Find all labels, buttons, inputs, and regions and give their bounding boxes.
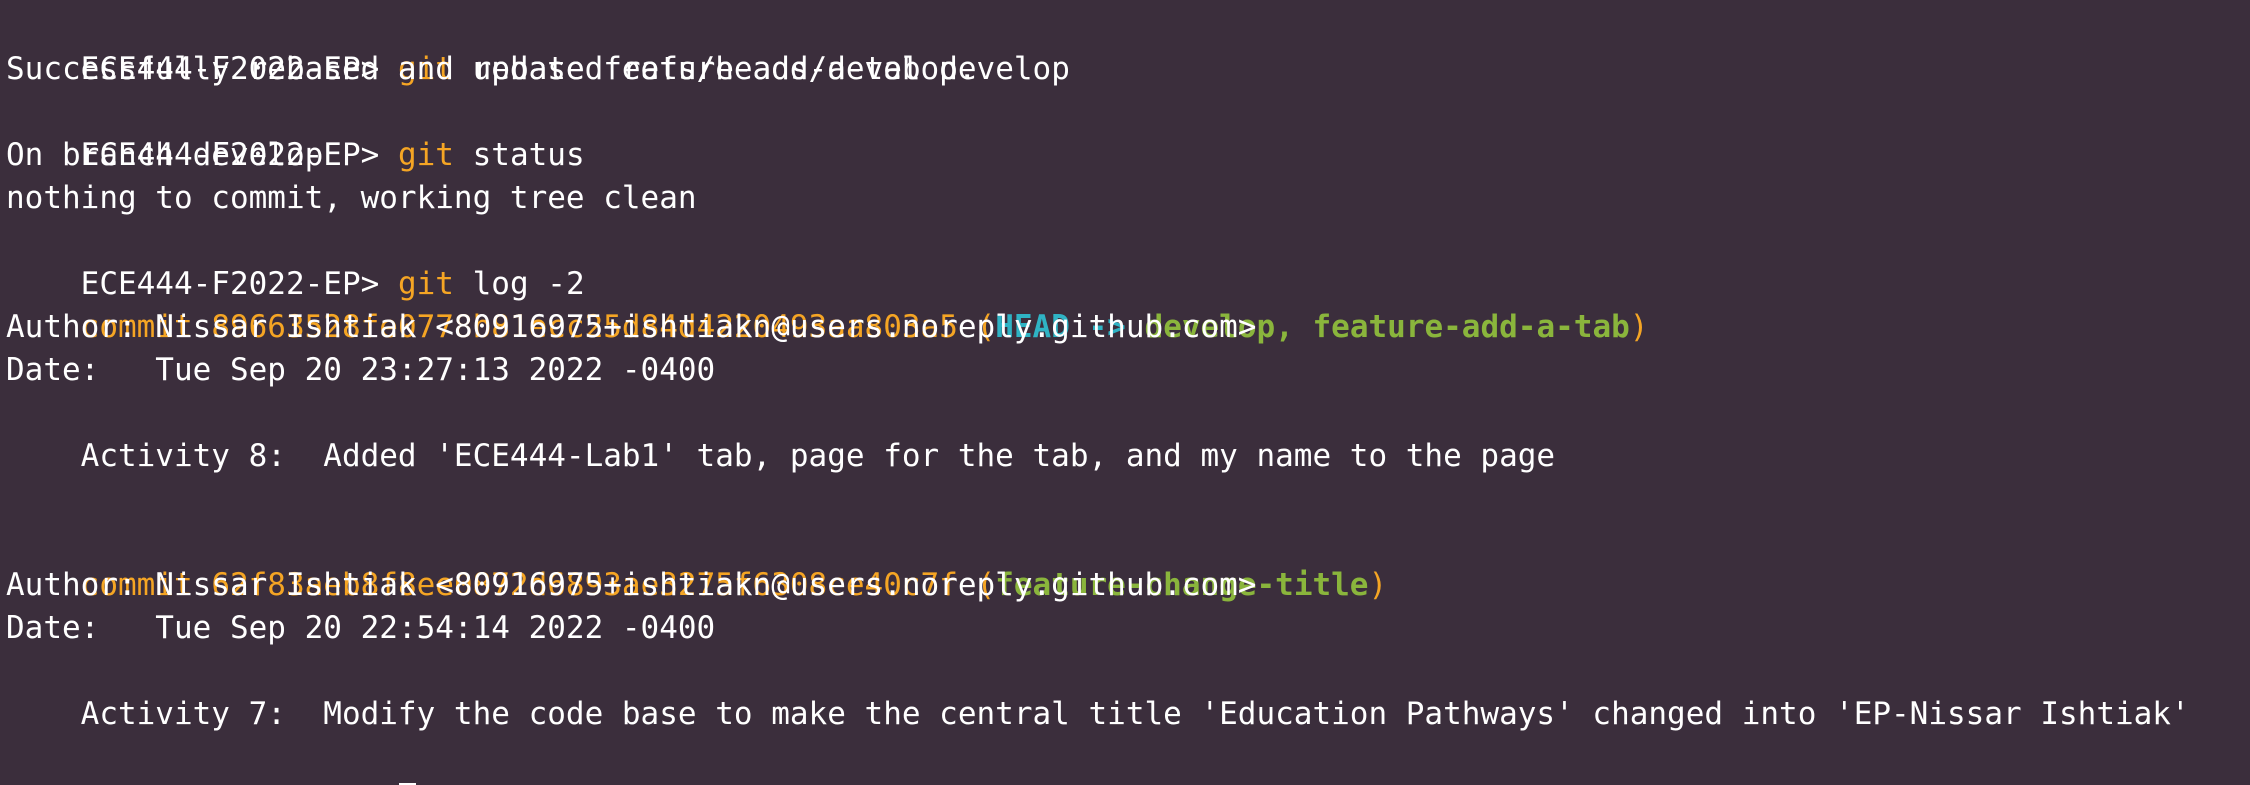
command-line-log: ECE444-F2022-EP> git log -2: [6, 220, 585, 302]
command-program: git: [397, 137, 454, 173]
commit-author: Author: Nissar Ishtiak <80916975+ishtiak…: [6, 309, 1257, 345]
command-line-current[interactable]: ECE444-F2022-EP>: [6, 736, 416, 785]
commit-author: Author: Nissar Ishtiak <80916975+ishtiak…: [6, 567, 1257, 603]
command-args: status: [472, 137, 585, 173]
output-status-branch: On branch develop: [6, 137, 324, 173]
command-line-rebase: ECE444-F2022-EP> git rebase feature-add-…: [6, 5, 1070, 87]
refs-close-paren: ): [1629, 309, 1649, 345]
output-rebase: Successfully rebased and updated refs/he…: [6, 51, 977, 87]
commit-header: commit 62f83aeb8f8ee0872d6893ae3275f6308…: [6, 521, 1388, 603]
commit-message: Activity 7: Modify the code base to make…: [6, 696, 2190, 732]
output-status-clean: nothing to commit, working tree clean: [6, 180, 697, 216]
commit-message: Activity 8: Added 'ECE444-Lab1' tab, pag…: [6, 438, 1556, 474]
commit-date: Date: Tue Sep 20 22:54:14 2022 -0400: [6, 610, 716, 646]
refs-close-paren: ): [1368, 567, 1388, 603]
commit-header: commit 89663528fe0778b81ecc25d84d4220493…: [6, 263, 1649, 345]
terminal-window[interactable]: ECE444-F2022-EP> git rebase feature-add-…: [0, 0, 2250, 785]
command-line-status: ECE444-F2022-EP> git status: [6, 91, 585, 173]
commit-date: Date: Tue Sep 20 23:27:13 2022 -0400: [6, 352, 716, 388]
